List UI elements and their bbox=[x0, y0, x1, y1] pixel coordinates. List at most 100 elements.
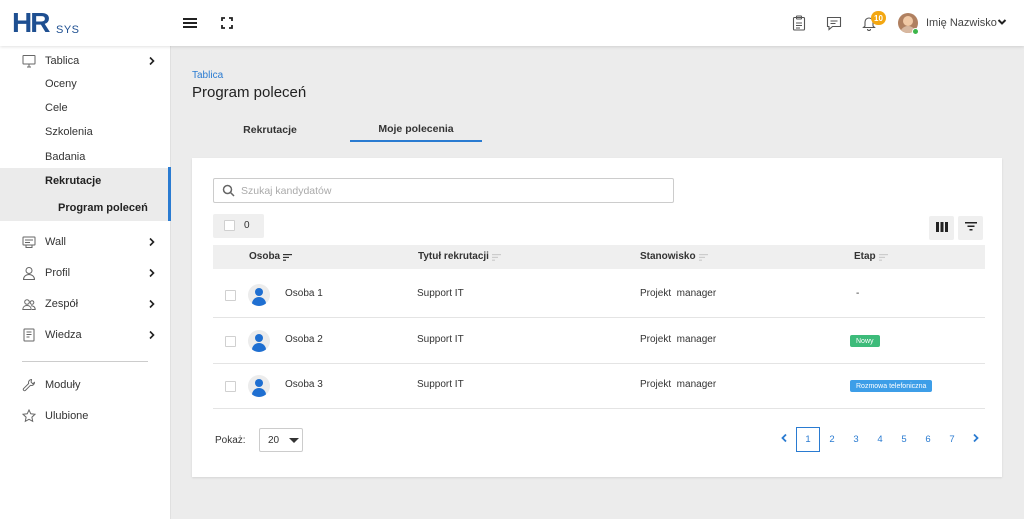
tab-moje-polecenia[interactable]: Moje polecenia bbox=[350, 117, 482, 142]
sidebar-item-label: Tablica bbox=[45, 55, 80, 67]
team-icon bbox=[22, 297, 36, 311]
active-indicator bbox=[168, 167, 171, 221]
cell-osoba[interactable]: Osoba 1 bbox=[285, 288, 323, 299]
chevron-left-icon bbox=[780, 433, 788, 446]
column-header-label: Stanowisko bbox=[640, 251, 696, 262]
cell-tytul: Support IT bbox=[417, 379, 464, 390]
sort-icon bbox=[878, 253, 888, 261]
next-page-button[interactable] bbox=[964, 427, 988, 452]
sort-icon bbox=[698, 253, 708, 261]
person-avatar-icon bbox=[248, 375, 270, 397]
page-button[interactable]: 7 bbox=[940, 427, 964, 452]
cell-etap: - bbox=[856, 288, 860, 299]
column-header-osoba[interactable]: Osoba bbox=[249, 251, 293, 262]
sidebar-subitem-badania[interactable]: Badania bbox=[0, 145, 171, 169]
sidebar-divider bbox=[22, 361, 148, 362]
sidebar-item-ulubione[interactable]: Ulubione bbox=[0, 404, 171, 428]
sidebar-item-label: Ulubione bbox=[45, 410, 89, 422]
chevron-right-icon bbox=[148, 330, 156, 340]
sidebar-subitem-label: Szkolenia bbox=[45, 126, 93, 138]
app-logo[interactable]: HR SYS bbox=[12, 8, 82, 38]
sidebar-item-moduly[interactable]: Moduły bbox=[0, 373, 171, 397]
cell-tytul: Support IT bbox=[417, 288, 464, 299]
cell-osoba[interactable]: Osoba 3 bbox=[285, 379, 323, 390]
page-title: Program poleceń bbox=[192, 84, 307, 101]
person-avatar-icon bbox=[248, 330, 270, 352]
caret-down-icon bbox=[289, 438, 299, 443]
sidebar-item-wiedza[interactable]: Wiedza bbox=[0, 323, 171, 347]
column-header-label: Osoba bbox=[249, 251, 281, 262]
row-checkbox[interactable] bbox=[225, 336, 236, 347]
select-all-checkbox[interactable] bbox=[224, 220, 235, 231]
column-header-etap[interactable]: Etap bbox=[854, 251, 888, 262]
sidebar-item-label: Wiedza bbox=[45, 329, 82, 341]
search-box[interactable] bbox=[213, 178, 674, 203]
sidebar: Tablica Oceny Cele Szkolenia Badania Rek… bbox=[0, 46, 171, 519]
page-size-label: Pokaż: bbox=[215, 435, 246, 446]
page-button[interactable]: 2 bbox=[820, 427, 844, 452]
sidebar-subitem-label: Badania bbox=[45, 151, 86, 163]
sidebar-subitem-label: Rekrutacje bbox=[45, 175, 102, 187]
sidebar-subitem-program-polecen[interactable]: Program poleceń bbox=[0, 194, 171, 221]
page-size-value: 20 bbox=[268, 435, 280, 446]
tab-rekrutacje[interactable]: Rekrutacje bbox=[192, 117, 348, 142]
page-button[interactable]: 4 bbox=[868, 427, 892, 452]
clipboard-icon[interactable] bbox=[790, 14, 808, 32]
online-status-dot bbox=[912, 28, 919, 35]
sidebar-item-label: Zespół bbox=[45, 298, 79, 310]
book-icon bbox=[22, 328, 36, 342]
column-header-label: Etap bbox=[854, 251, 876, 262]
page-button[interactable]: 3 bbox=[844, 427, 868, 452]
sidebar-subitem-label: Program poleceń bbox=[58, 202, 148, 214]
chat-icon[interactable] bbox=[825, 14, 843, 32]
page-button[interactable]: 6 bbox=[916, 427, 940, 452]
search-input[interactable] bbox=[241, 183, 661, 199]
column-header-stanowisko[interactable]: Stanowisko bbox=[640, 251, 708, 262]
table-row[interactable]: Osoba 1 Support IT Projekt manager - bbox=[213, 272, 985, 318]
stage-badge-rozmowa: Rozmowa telefoniczna bbox=[850, 380, 933, 392]
selected-count: 0 bbox=[244, 220, 250, 231]
sidebar-item-profil[interactable]: Profil bbox=[0, 261, 171, 285]
table-row[interactable]: Osoba 2 Support IT Projekt manager Nowy bbox=[213, 318, 985, 364]
notification-badge: 10 bbox=[871, 11, 886, 25]
logo-primary: HR bbox=[12, 7, 50, 38]
columns-button[interactable] bbox=[929, 216, 954, 240]
sidebar-subitem-szkolenia[interactable]: Szkolenia bbox=[0, 120, 171, 144]
breadcrumb[interactable]: Tablica bbox=[192, 70, 223, 81]
sidebar-item-label: Moduły bbox=[45, 379, 81, 391]
sidebar-subitem-cele[interactable]: Cele bbox=[0, 96, 171, 120]
page-button[interactable]: 5 bbox=[892, 427, 916, 452]
logo-secondary: SYS bbox=[56, 24, 80, 36]
wrench-icon bbox=[22, 378, 36, 392]
star-icon bbox=[21, 408, 37, 423]
sort-icon bbox=[491, 253, 501, 261]
cell-stanowisko: Projekt manager bbox=[640, 379, 717, 390]
cell-stanowisko: Projekt manager bbox=[640, 288, 717, 299]
sidebar-item-label: Wall bbox=[45, 236, 66, 248]
user-name[interactable]: Imię Nazwisko bbox=[926, 17, 997, 29]
page-size-select[interactable]: 20 bbox=[259, 428, 303, 452]
column-header-tytul[interactable]: Tytuł rekrutacji bbox=[418, 251, 501, 262]
sidebar-subitem-oceny[interactable]: Oceny bbox=[0, 72, 171, 96]
cell-tytul: Support IT bbox=[417, 334, 464, 345]
chevron-down-icon[interactable] bbox=[997, 17, 1007, 27]
sidebar-item-wall[interactable]: Wall bbox=[0, 230, 171, 254]
sidebar-item-tablica[interactable]: Tablica bbox=[0, 49, 171, 73]
prev-page-button[interactable] bbox=[772, 427, 796, 452]
fullscreen-icon[interactable] bbox=[218, 14, 236, 32]
sidebar-subitem-rekrutacje[interactable]: Rekrutacje bbox=[0, 168, 171, 194]
sidebar-item-zespol[interactable]: Zespół bbox=[0, 292, 171, 316]
row-checkbox[interactable] bbox=[225, 290, 236, 301]
table-row[interactable]: Osoba 3 Support IT Projekt manager Rozmo… bbox=[213, 363, 985, 409]
page-button[interactable]: 1 bbox=[796, 427, 820, 452]
hamburger-menu-icon[interactable] bbox=[181, 14, 199, 32]
filter-icon bbox=[964, 222, 977, 234]
stage-badge-nowy: Nowy bbox=[850, 335, 880, 347]
sidebar-subitem-label: Oceny bbox=[45, 78, 77, 90]
bulk-select: 0 bbox=[213, 214, 264, 238]
filter-button[interactable] bbox=[958, 216, 983, 240]
cell-osoba[interactable]: Osoba 2 bbox=[285, 334, 323, 345]
sort-icon bbox=[283, 253, 293, 261]
row-checkbox[interactable] bbox=[225, 381, 236, 392]
chevron-right-icon bbox=[148, 268, 156, 278]
